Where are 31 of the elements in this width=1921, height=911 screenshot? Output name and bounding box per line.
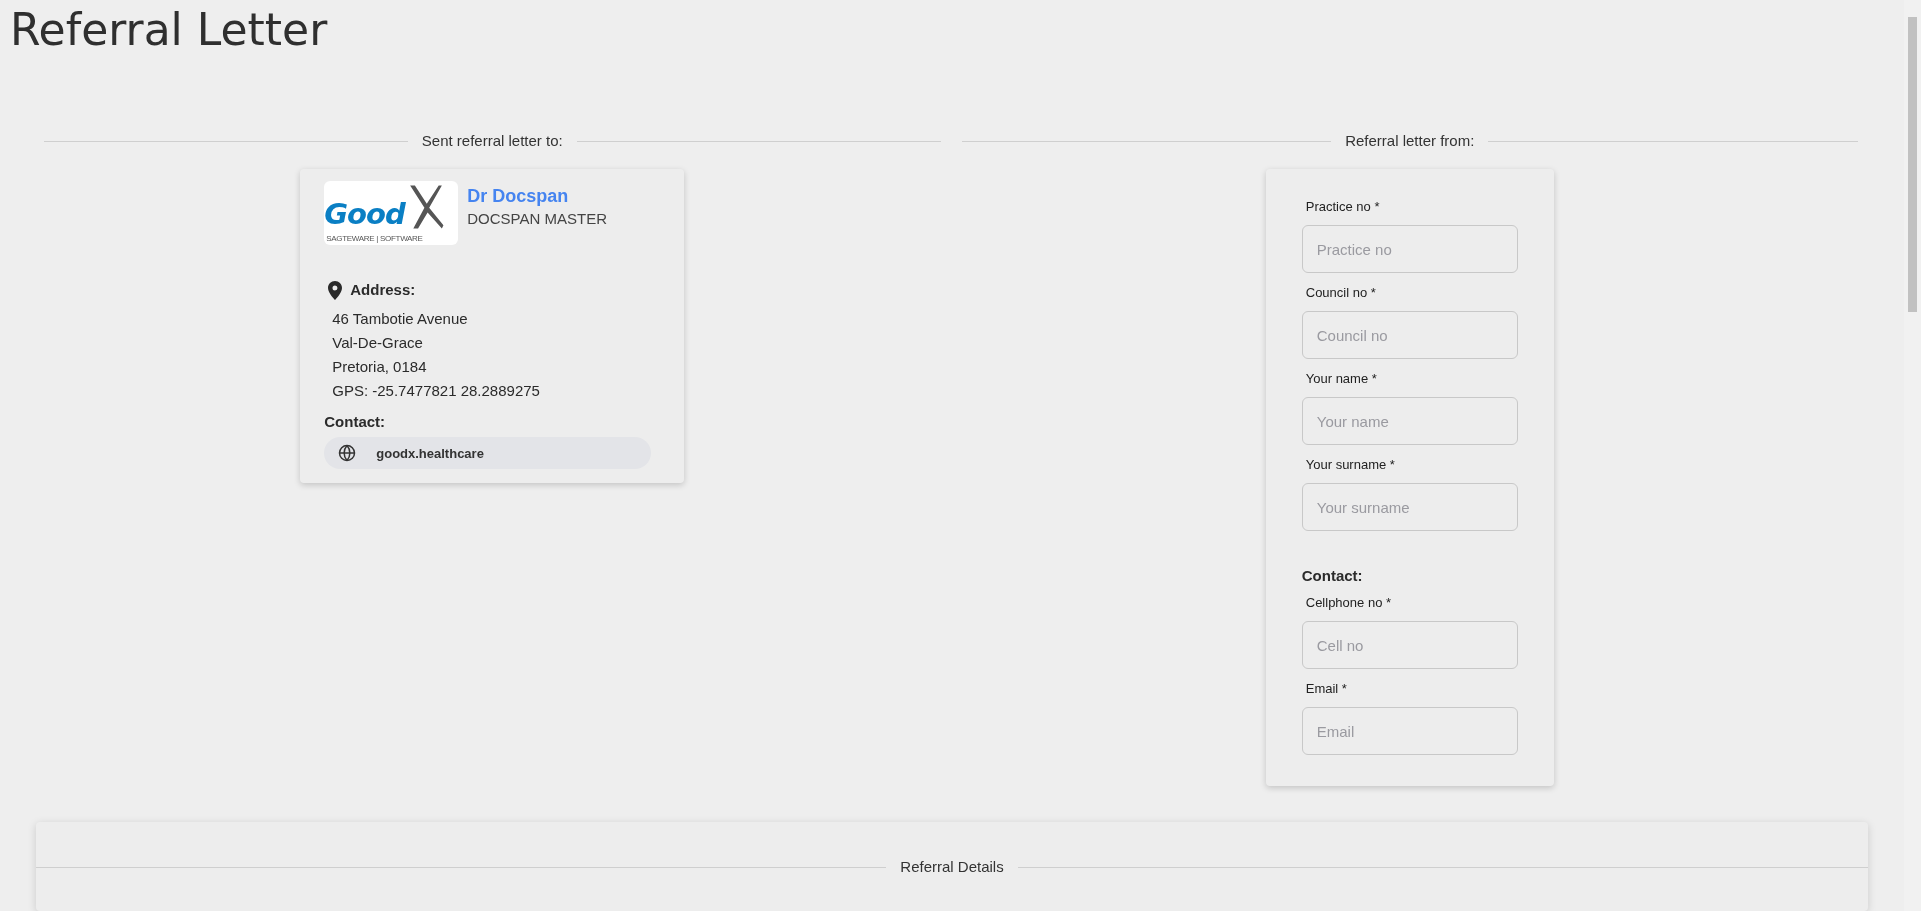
field-label: Cellphone no * <box>1305 594 1393 612</box>
logo-wordmark: Good <box>324 197 405 231</box>
globe-icon <box>338 444 357 462</box>
field-label: Your surname * <box>1305 456 1396 474</box>
doctor-subtitle: DOCSPAN MASTER <box>467 209 607 229</box>
address-line: Pretoria, 0184 <box>332 357 428 377</box>
website-link[interactable]: goodx.healthcare <box>324 437 652 469</box>
input-field[interactable]: Cell no <box>1301 621 1518 669</box>
address-line: Val-De-Grace <box>332 333 424 353</box>
input-field[interactable]: Your name <box>1301 397 1518 445</box>
input-field[interactable]: Practice no <box>1301 225 1518 273</box>
contact-label: Contact: <box>1301 566 1364 586</box>
map-pin-icon <box>328 280 343 300</box>
field-label: Council no * <box>1305 284 1377 302</box>
input-field[interactable]: Email <box>1301 707 1518 755</box>
scrollbar-thumb[interactable] <box>1908 17 1917 312</box>
logo-tagline: SAGTEWARE | SOFTWARE <box>326 234 423 243</box>
section-heading: Referral Details <box>900 857 1004 877</box>
section-heading: Referral letter from: <box>1345 131 1475 151</box>
section-heading: Sent referral letter to: <box>421 131 563 151</box>
input-field[interactable]: Your surname <box>1301 483 1518 531</box>
contact-label: Contact: <box>324 412 387 432</box>
field-label: Email * <box>1305 680 1348 698</box>
page-title: Referral Letter <box>10 3 329 57</box>
input-field[interactable]: Council no <box>1301 311 1518 359</box>
address-label: Address: <box>350 280 416 300</box>
address-line: GPS: -25.7477821 28.2889275 <box>332 381 541 401</box>
field-label: Practice no * <box>1305 198 1381 216</box>
address-line: 46 Tambotie Avenue <box>332 309 469 329</box>
field-label: Your name * <box>1305 370 1378 388</box>
doctor-name: Dr Docspan <box>467 185 570 208</box>
